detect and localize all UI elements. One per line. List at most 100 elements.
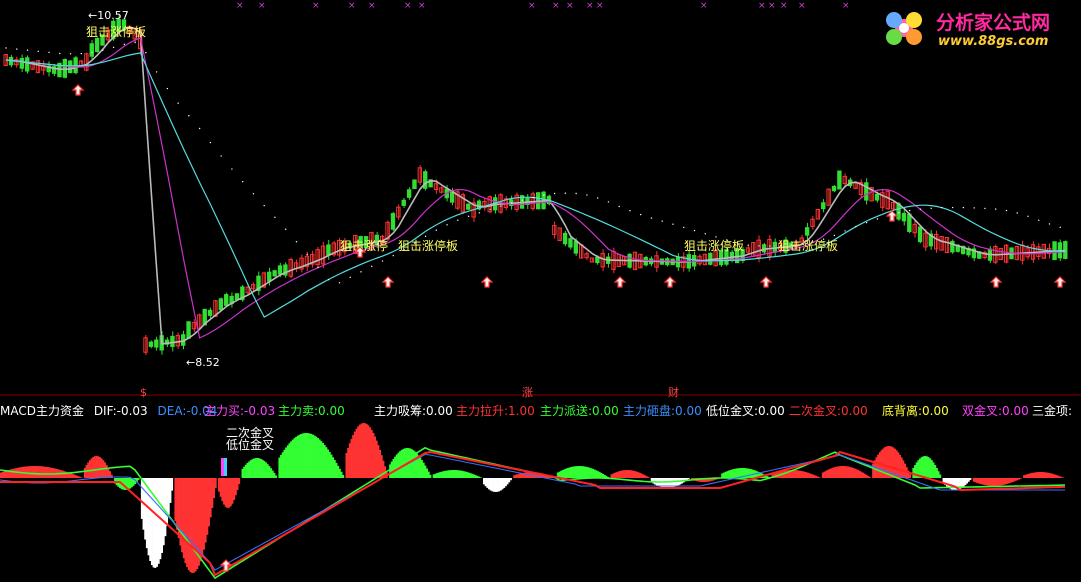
candle-body bbox=[406, 189, 412, 198]
candle-body bbox=[154, 339, 159, 348]
candle-body bbox=[896, 203, 901, 220]
annotation-low-cross: 低位金叉 bbox=[226, 437, 274, 452]
ma-gray-line bbox=[5, 26, 1066, 345]
x-marker-14: × bbox=[768, 1, 776, 11]
x-marker-10: × bbox=[586, 1, 594, 11]
indicator-item-8: 底背离:0.00 bbox=[882, 404, 949, 418]
ma-dot bbox=[919, 208, 922, 210]
ma-dot bbox=[769, 245, 771, 247]
ma-dot bbox=[683, 226, 685, 229]
ma-dot bbox=[672, 223, 674, 225]
ma-dot bbox=[715, 236, 717, 238]
ma-dot bbox=[1005, 209, 1008, 212]
candle-body bbox=[234, 293, 240, 301]
indicator-item-9: 双金叉:0.00 bbox=[962, 404, 1029, 418]
dea-label: DEA: bbox=[157, 404, 187, 418]
ma-dot bbox=[575, 192, 577, 195]
x-marker-8: × bbox=[552, 1, 560, 11]
x-marker-0: × bbox=[236, 1, 244, 11]
ma-dot bbox=[446, 224, 448, 226]
ma-dot bbox=[1048, 223, 1051, 225]
ma-dot bbox=[553, 192, 556, 195]
candle-body bbox=[864, 182, 869, 201]
ma-dot bbox=[274, 216, 276, 219]
ma-dot bbox=[704, 233, 706, 235]
ma-cyan-line bbox=[5, 52, 1066, 318]
indicator-header: MACD主力资金 DIF:-0.03 DEA:-0.04 主力买:-0.03 主力… bbox=[0, 402, 1081, 418]
macd-bar bbox=[868, 476, 871, 478]
candle-body bbox=[874, 193, 880, 201]
x-marker-3: × bbox=[348, 1, 356, 11]
ma-dot bbox=[1027, 215, 1029, 217]
ma-dot bbox=[306, 253, 308, 256]
buy-arrow-icon bbox=[381, 276, 395, 288]
macd-bar bbox=[137, 478, 140, 481]
ma-dot bbox=[145, 51, 147, 54]
candle-body bbox=[94, 37, 100, 53]
low-price-label: ←8.52 bbox=[186, 356, 220, 369]
signal-label-2: 狙击涨停板 bbox=[398, 238, 458, 253]
ma-dot bbox=[338, 282, 341, 284]
ma-dot bbox=[435, 229, 438, 231]
ma-dot bbox=[876, 218, 879, 220]
logo-name: 分析家公式网 bbox=[936, 12, 1051, 34]
ma-dot bbox=[500, 205, 502, 207]
ma-dot bbox=[26, 49, 29, 51]
buy-arrow-icon bbox=[480, 276, 494, 288]
ma-dot bbox=[360, 271, 362, 273]
x-marker-4: × bbox=[368, 1, 376, 11]
candle-body bbox=[837, 170, 842, 190]
indicator-item-7: 二次金叉:0.00 bbox=[789, 404, 868, 418]
candle-body bbox=[568, 238, 573, 248]
x-marker-11: × bbox=[596, 1, 604, 11]
macd-bar bbox=[214, 478, 217, 489]
ma-dot bbox=[855, 225, 857, 228]
logo-url[interactable]: www.88gs.com bbox=[938, 34, 1048, 49]
logo: 分析家公式网 www.88gs.com bbox=[878, 4, 1078, 54]
ma-dot bbox=[898, 212, 900, 214]
indicator-item-2: 主力吸筹:0.00 bbox=[374, 404, 453, 418]
macd-bar bbox=[342, 474, 345, 478]
macd-bar bbox=[275, 475, 278, 478]
indicator-name[interactable]: MACD主力资金 bbox=[0, 404, 84, 418]
x-marker-2: × bbox=[312, 1, 320, 11]
candle-body bbox=[466, 203, 471, 210]
ma-dot bbox=[596, 197, 599, 199]
ma-dot bbox=[951, 206, 954, 209]
candle-body bbox=[821, 202, 826, 210]
macd-bar bbox=[1061, 477, 1064, 478]
ma-dot bbox=[650, 217, 653, 219]
candle-body bbox=[19, 57, 25, 69]
macd-bar bbox=[479, 477, 482, 478]
x-marker-16: × bbox=[798, 1, 806, 11]
candle-body bbox=[326, 244, 331, 256]
ma-dot bbox=[693, 229, 696, 232]
buy-arrow-icon bbox=[663, 276, 677, 288]
candle-body bbox=[62, 59, 68, 78]
candle-body bbox=[573, 240, 579, 254]
indicator-item-1: 主力卖:0.00 bbox=[278, 404, 345, 418]
ma-dot bbox=[984, 207, 986, 210]
candle-body bbox=[224, 294, 229, 306]
kline-chart[interactable]: $ 涨财× × × × × × × × × × × × × × × × × ×←10.57←8.52狙击涨停板狙击涨… bbox=[0, 0, 1081, 582]
x-marker-1: × bbox=[258, 1, 266, 11]
ma-dot bbox=[209, 141, 212, 144]
ma-dot bbox=[543, 194, 545, 196]
candle-body bbox=[401, 199, 406, 206]
ma-dot bbox=[188, 115, 190, 117]
ma-dot bbox=[48, 51, 50, 54]
macd-marker-cyan bbox=[224, 458, 227, 476]
signal-label-3: 狙击涨停板 bbox=[684, 238, 744, 253]
high-price-label: ←10.57 bbox=[88, 9, 129, 22]
signal-label-0: 狙击涨停板 bbox=[86, 24, 146, 39]
macd-bar bbox=[818, 477, 821, 478]
ma-dot bbox=[80, 52, 83, 55]
macd-bar bbox=[171, 478, 174, 491]
ma-dot bbox=[833, 234, 836, 237]
signal-label-4: 狙击涨停板 bbox=[778, 238, 838, 253]
indicator-item-10: 三金项: bbox=[1032, 404, 1073, 418]
ma-dot bbox=[532, 196, 534, 199]
macd-bar bbox=[429, 474, 432, 478]
candle-body bbox=[89, 43, 94, 57]
ma-dot bbox=[241, 180, 244, 183]
